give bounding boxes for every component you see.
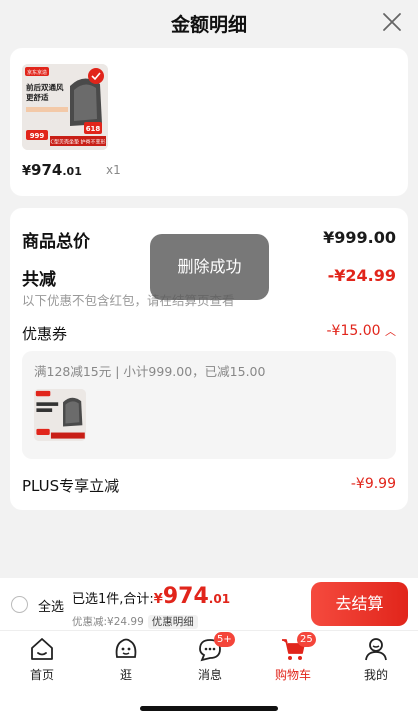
tab-cart-label: 购物车: [274, 668, 311, 682]
toast-message: 删除成功: [150, 234, 269, 300]
product-price: ¥974.01: [22, 161, 82, 179]
checkout-button[interactable]: 去结算: [311, 582, 408, 626]
image-headline-2: 更舒适: [26, 92, 49, 102]
discount-detail-link[interactable]: 优惠明细: [147, 615, 198, 629]
tab-messages-label: 消息: [197, 668, 222, 682]
select-all-checkbox[interactable]: [11, 596, 28, 613]
home-indicator: [140, 706, 278, 711]
image-headline-1: 前后双通风: [26, 82, 64, 92]
plus-value: -¥9.99: [350, 476, 396, 492]
checkout-bar: 全选 已选1件,合计:¥974.01 优惠减:¥24.99 优惠明细 去结算: [0, 578, 418, 630]
chevron-up-icon: ︿: [385, 325, 396, 338]
coupon-label: 优惠券: [22, 325, 68, 343]
coupon-product-image: [34, 389, 86, 441]
page-title: 金额明细: [170, 14, 247, 36]
image-strip-text: C型贝壳坐垫 护脊不变形: [50, 139, 105, 146]
total-price-label: 商品总价: [22, 232, 90, 252]
discount-summary: 优惠减:¥24.99 优惠明细: [72, 614, 198, 629]
header: 金额明细: [0, 0, 418, 44]
brand-mark: 京东京造: [27, 69, 47, 76]
tab-profile-label: 我的: [363, 668, 388, 682]
tab-cart[interactable]: 25 购物车: [263, 632, 323, 683]
selected-summary: 已选1件,合计:¥974.01: [72, 584, 231, 609]
tab-home-label: 首页: [29, 668, 54, 682]
discount-amount: 优惠减:¥24.99: [72, 616, 144, 628]
tab-messages[interactable]: 5+ 消息: [180, 632, 240, 683]
product-image[interactable]: 京东京造 前后双通风 更舒适 618 999 C型贝壳坐垫 护脊不变形: [22, 64, 108, 150]
user-icon: [365, 638, 387, 661]
cart-badge: 25: [297, 632, 316, 647]
total-price-value: ¥999.00: [323, 228, 396, 247]
coupon-value: -¥15.00: [326, 323, 381, 339]
total-reduce-value: -¥24.99: [327, 266, 396, 285]
coupon-detail-text: 满128减15元 | 小计999.00，已减15.00: [34, 364, 266, 379]
tab-home[interactable]: 首页: [12, 635, 72, 683]
image-price: 999: [30, 132, 45, 140]
face-icon: [115, 638, 137, 658]
total-reduce-label: 共减: [22, 270, 56, 290]
coupon-detail-box: 满128减15元 | 小计999.00，已减15.00: [22, 351, 396, 459]
tab-browse-label: 逛: [119, 668, 132, 682]
plus-label: PLUS专享立减: [22, 477, 120, 495]
product-quantity: x1: [106, 163, 121, 177]
close-icon[interactable]: [382, 12, 402, 32]
tab-browse[interactable]: 逛: [96, 635, 156, 683]
select-all-label[interactable]: 全选: [38, 596, 64, 615]
product-card: 京东京造 前后双通风 更舒适 618 999 C型贝壳坐垫 护脊不变形 ¥974…: [10, 48, 408, 196]
tab-profile[interactable]: 我的: [346, 635, 406, 683]
promo-tag: 618: [86, 125, 101, 133]
coupon-toggle[interactable]: -¥15.00 ︿: [327, 323, 397, 339]
home-icon: [31, 638, 53, 660]
messages-badge: 5+: [214, 632, 235, 647]
